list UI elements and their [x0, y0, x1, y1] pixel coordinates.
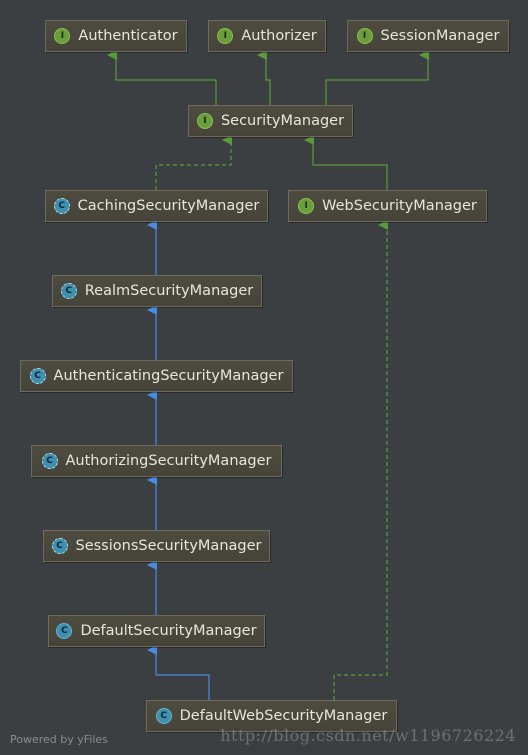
interface-icon: I: [356, 28, 373, 44]
edge-default-web-to-default: [147, 645, 210, 700]
node-label: WebSecurityManager: [322, 198, 477, 214]
interface-icon: I: [217, 28, 234, 44]
abstract-class-icon: C: [41, 453, 58, 469]
node-web-security-manager[interactable]: I WebSecurityManager: [288, 190, 487, 222]
node-label: DefaultWebSecurityManager: [179, 708, 388, 724]
node-authenticator[interactable]: I Authenticator: [45, 20, 187, 52]
class-icon: C: [56, 623, 73, 639]
interface-icon: I: [196, 113, 213, 129]
node-label: CachingSecurityManager: [77, 198, 260, 214]
abstract-class-icon: C: [60, 283, 77, 299]
node-label: SessionManager: [380, 28, 500, 44]
watermark: http://blog.csdn.net/w1196726224: [220, 726, 516, 745]
edge-caching-to-security-manager: [155, 135, 232, 190]
node-security-manager[interactable]: I SecurityManager: [188, 105, 353, 137]
abstract-class-icon: C: [29, 368, 46, 384]
abstract-class-icon: C: [51, 538, 68, 554]
node-label: Authorizer: [241, 28, 317, 44]
node-default-security-manager[interactable]: C DefaultSecurityManager: [48, 615, 265, 647]
edge-web-to-security-manager: [304, 135, 388, 190]
edge-default-web-to-web: [333, 220, 388, 700]
node-realm-security-manager[interactable]: C RealmSecurityManager: [52, 275, 262, 307]
node-caching-security-manager[interactable]: C CachingSecurityManager: [45, 190, 268, 222]
edge-security-manager-to-session-manager: [325, 50, 429, 105]
node-sessions-security-manager[interactable]: C SessionsSecurityManager: [43, 530, 270, 562]
interface-icon: I: [54, 28, 71, 44]
node-label: AuthenticatingSecurityManager: [53, 368, 284, 384]
node-label: SecurityManager: [220, 113, 345, 129]
interface-icon: I: [298, 198, 315, 214]
powered-by-label: Powered by yFiles: [10, 733, 108, 746]
node-label: Authenticator: [78, 28, 178, 44]
node-label: SessionsSecurityManager: [75, 538, 262, 554]
node-label: RealmSecurityManager: [84, 283, 254, 299]
edge-security-manager-to-authenticator: [107, 50, 217, 105]
node-authenticating-security-manager[interactable]: C AuthenticatingSecurityManager: [20, 360, 293, 392]
node-session-manager[interactable]: I SessionManager: [347, 20, 509, 52]
node-authorizer[interactable]: I Authorizer: [208, 20, 326, 52]
abstract-class-icon: C: [53, 198, 70, 214]
class-icon: C: [155, 708, 172, 724]
node-label: DefaultSecurityManager: [80, 623, 257, 639]
edge-security-manager-to-authorizer: [257, 50, 271, 105]
node-label: AuthorizingSecurityManager: [65, 453, 272, 469]
node-authorizing-security-manager[interactable]: C AuthorizingSecurityManager: [31, 445, 282, 477]
